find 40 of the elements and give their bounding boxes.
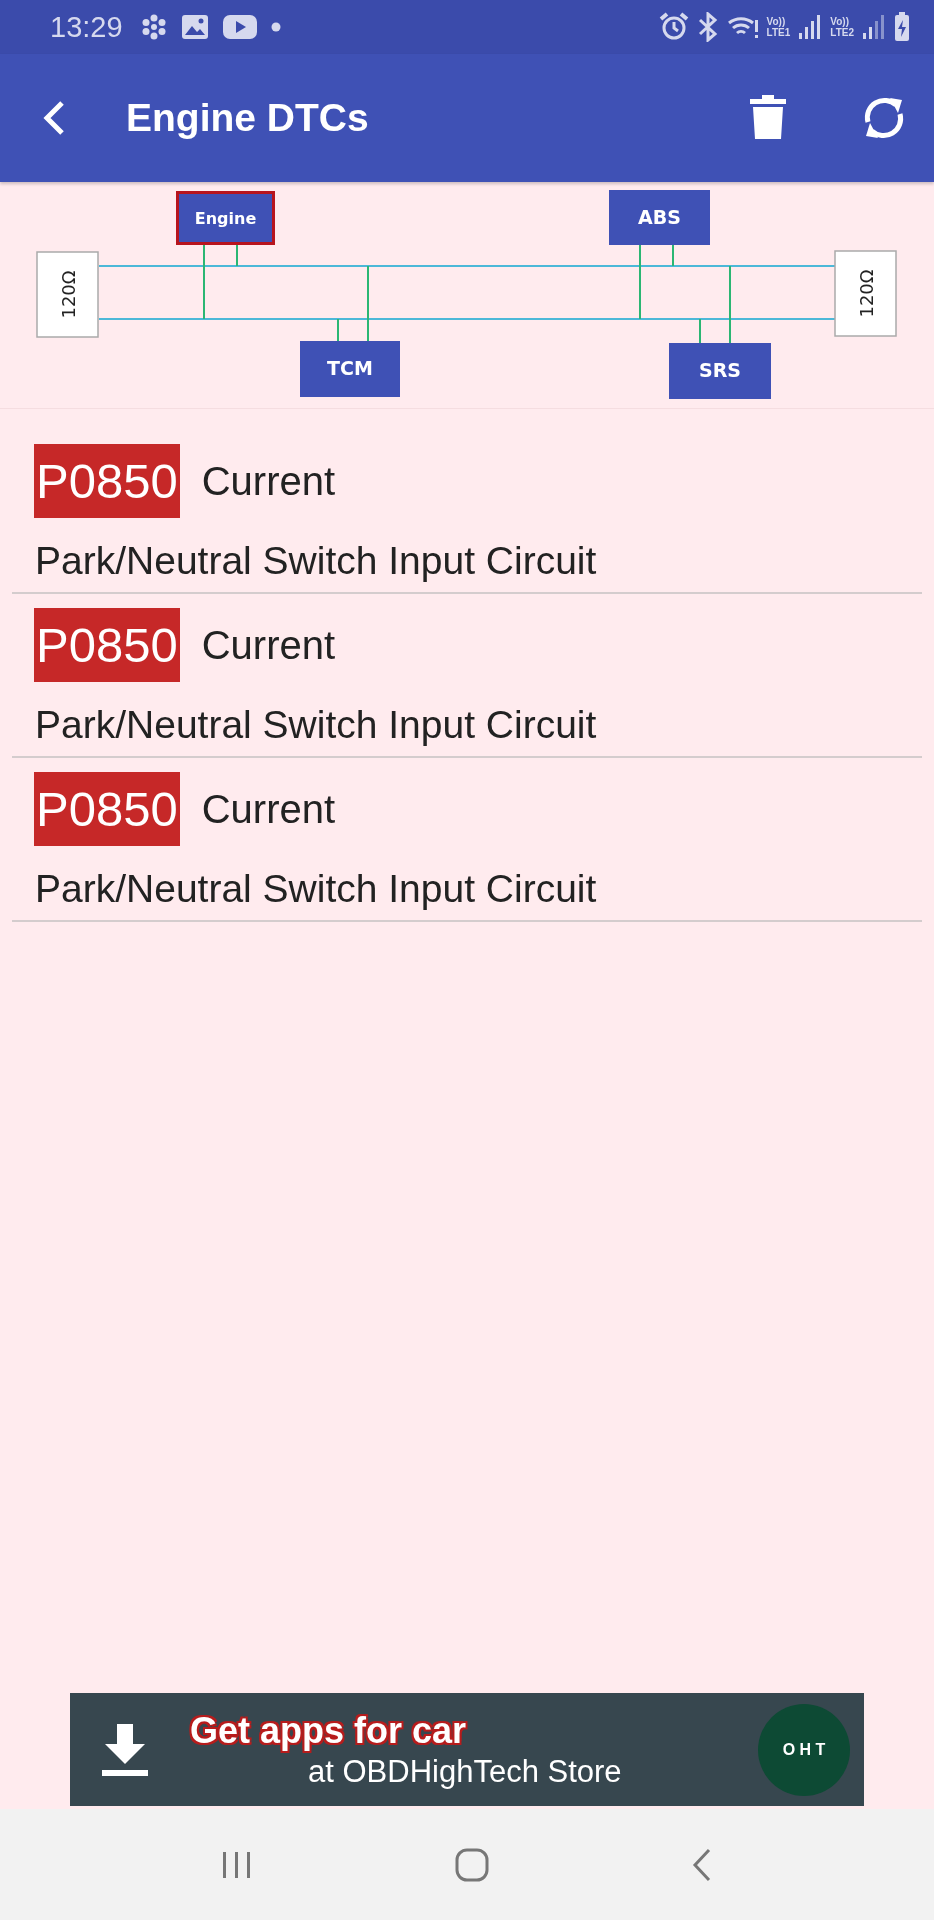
home-icon xyxy=(454,1846,490,1883)
module-node: ABS xyxy=(609,190,710,245)
connector-line xyxy=(699,318,701,344)
banner-headline: Get apps for car xyxy=(190,1709,468,1752)
module-node: SRS xyxy=(669,343,771,399)
dtc-status: Current xyxy=(201,622,336,668)
connector-line xyxy=(236,244,238,267)
download-icon xyxy=(100,1723,150,1776)
fan-icon xyxy=(140,14,167,40)
wifi-icon xyxy=(726,14,759,40)
image-icon xyxy=(180,14,209,40)
dtc-description: Park/Neutral Switch Input Circuit xyxy=(34,702,598,748)
banner-subline: at OBDHighTech Store xyxy=(308,1753,623,1790)
network-label: Vo)) LTE2 xyxy=(830,16,854,38)
module-node: Engine xyxy=(176,191,275,245)
dtc-code: P0850 xyxy=(34,444,180,518)
dot-icon xyxy=(270,22,281,32)
dtc-description: Park/Neutral Switch Input Circuit xyxy=(34,538,598,584)
trash-icon xyxy=(750,95,786,141)
signal-icon xyxy=(798,14,823,40)
module-node: TCM xyxy=(300,341,400,397)
battery-icon xyxy=(894,12,910,42)
ad-banner[interactable]: Get apps for car at OBDHighTech Store O H T xyxy=(70,1693,864,1806)
bluetooth-icon xyxy=(696,12,719,42)
dtc-code: P0850 xyxy=(34,608,180,682)
screen-title: Engine DTCs xyxy=(126,96,370,140)
play-icon xyxy=(222,15,257,39)
connector-line xyxy=(337,318,339,342)
resistor-node: 120Ω xyxy=(834,250,897,337)
resistor-node: 120Ω xyxy=(36,251,99,338)
dtc-status: Current xyxy=(201,458,336,504)
clock-time: 13:29 xyxy=(50,10,123,44)
signal-icon xyxy=(862,14,886,40)
alarm-icon xyxy=(658,12,689,42)
dtc-code: P0850 xyxy=(34,772,180,846)
dtc-description: Park/Neutral Switch Input Circuit xyxy=(34,866,598,912)
dtc-status: Current xyxy=(201,786,336,832)
network-label: Vo)) LTE1 xyxy=(766,16,791,38)
connector-line xyxy=(672,244,674,267)
brand-logo: O H T xyxy=(758,1703,850,1796)
